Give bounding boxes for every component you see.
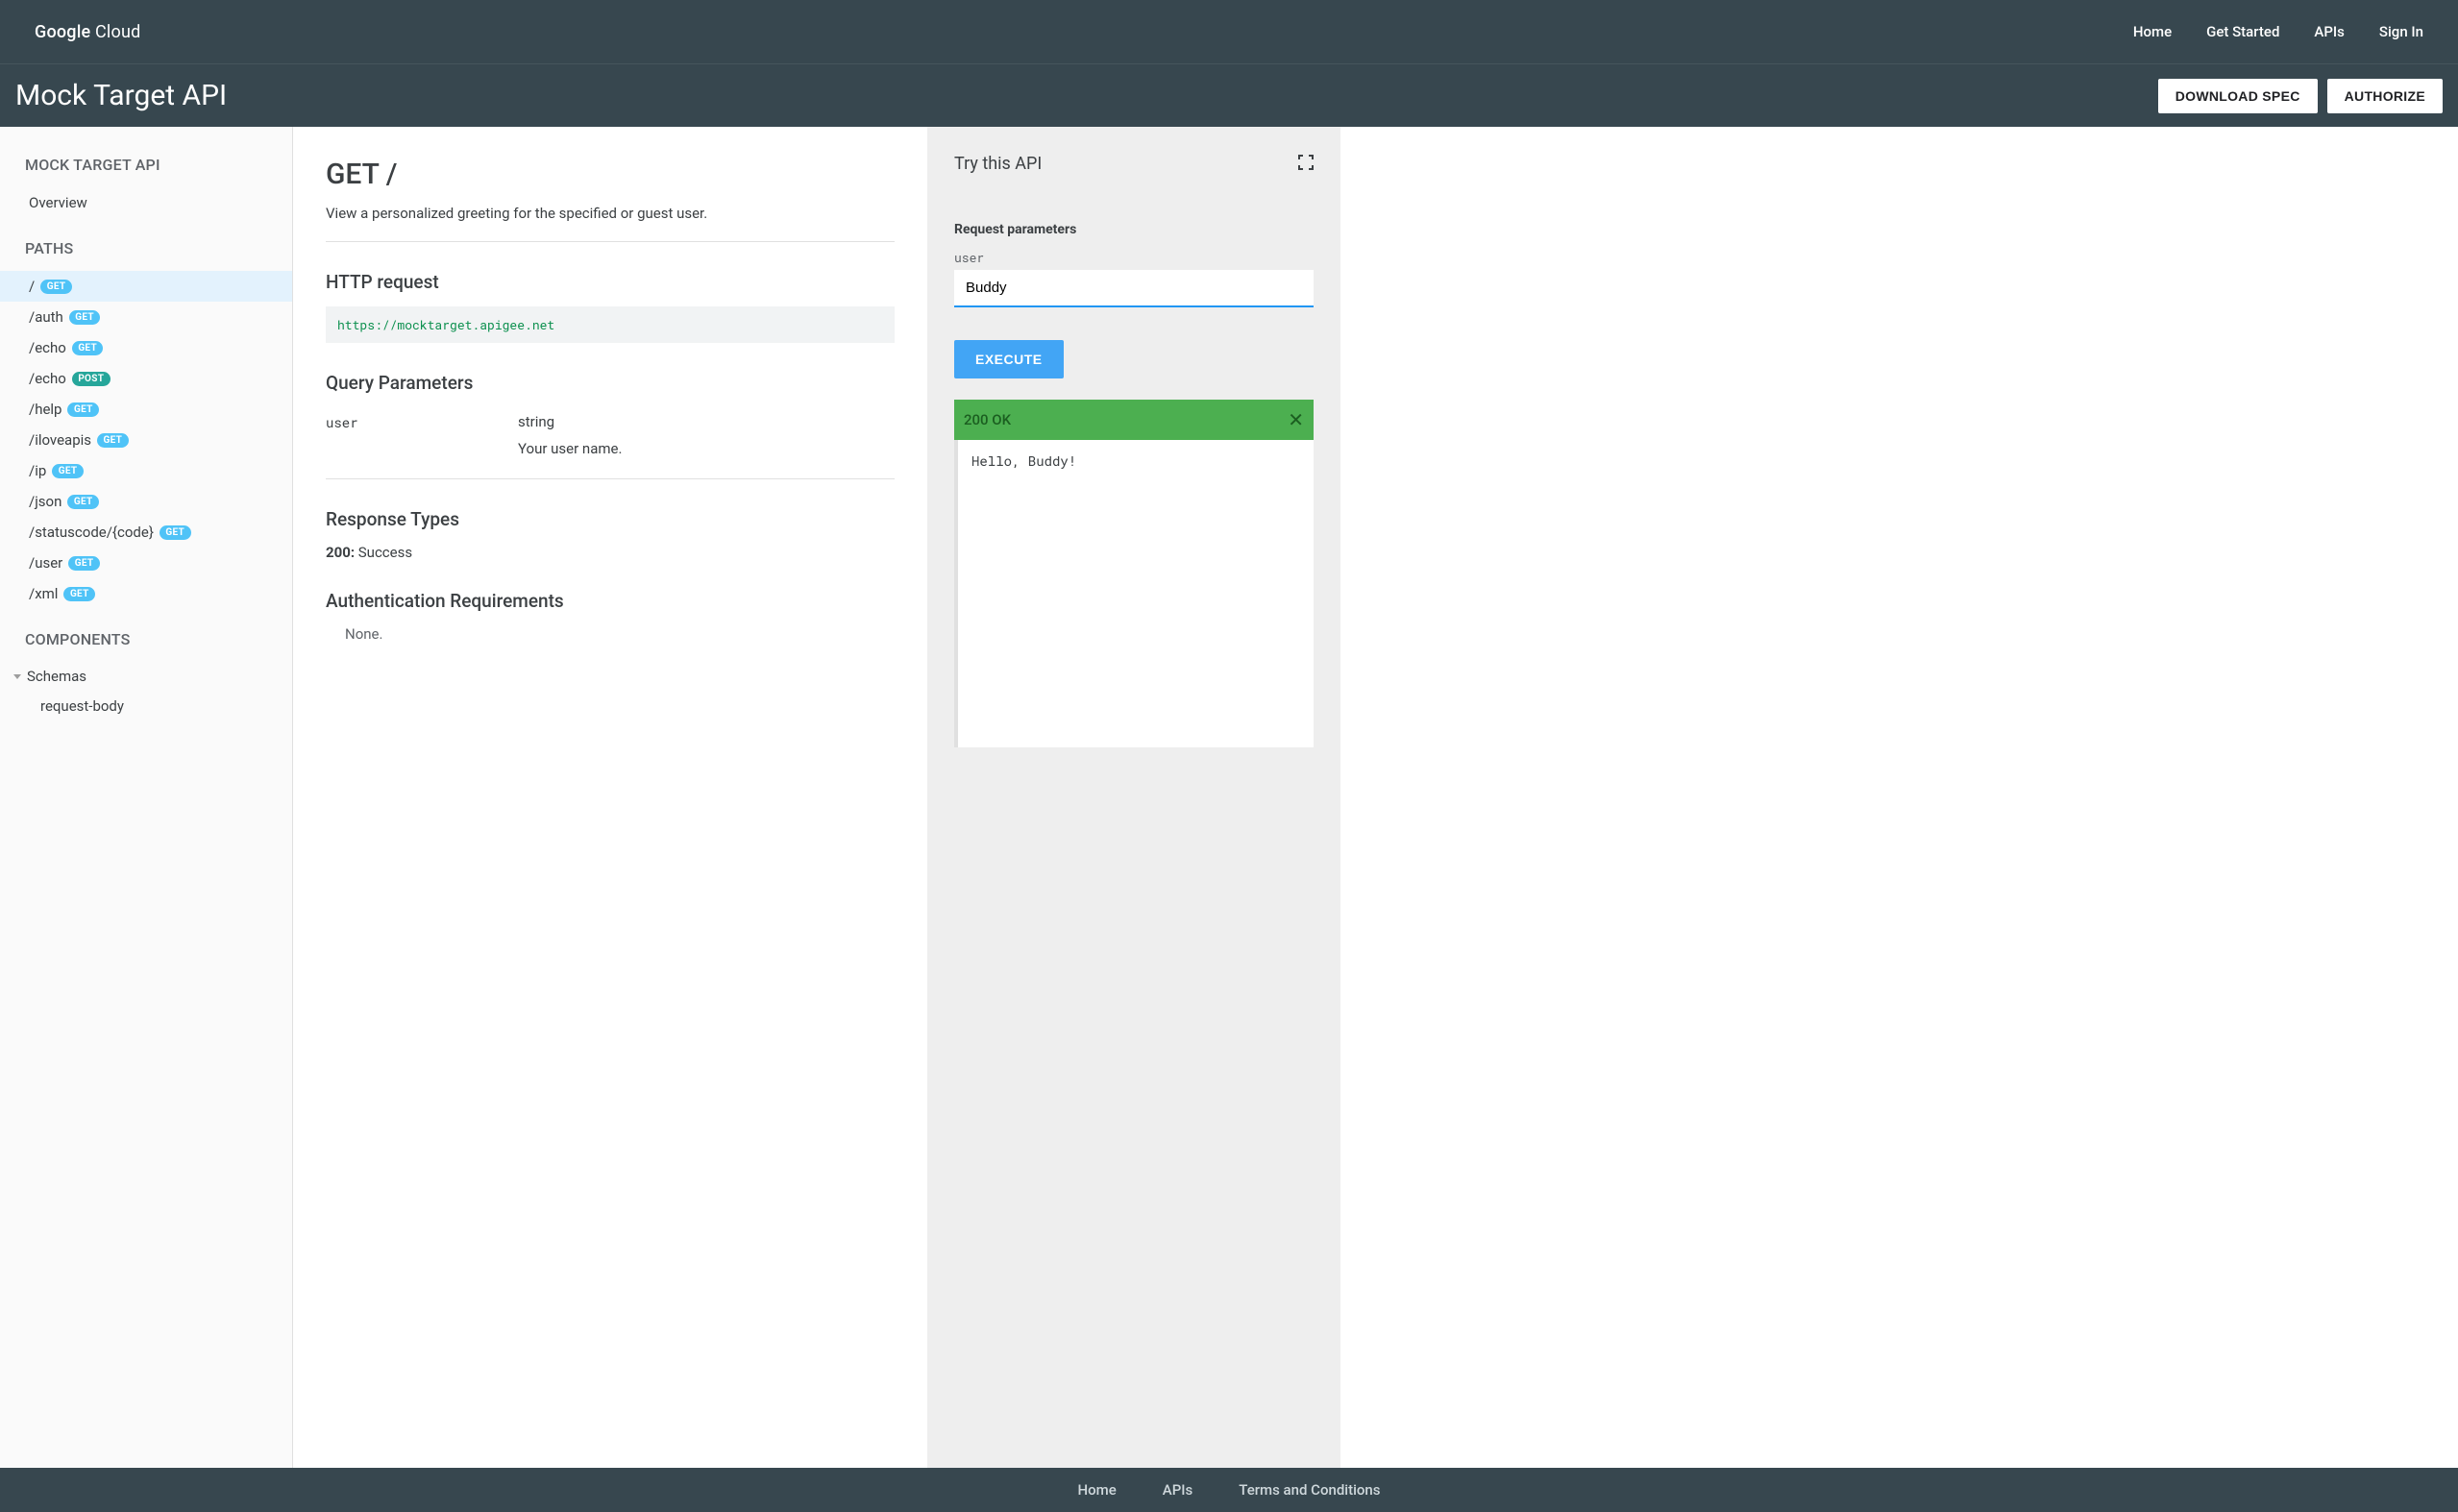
try-header: Try this API [954,154,1314,174]
download-spec-button[interactable]: DOWNLOAD SPEC [2158,79,2318,113]
method-badge: GET [40,280,72,294]
method-badge: GET [160,525,191,540]
sidebar-path-label: /user [29,554,62,572]
api-title: Mock Target API [15,79,227,112]
query-params-heading: Query Parameters [326,372,895,394]
sidebar-path-label: /echo [29,339,66,356]
response-code: 200: [326,544,355,561]
status-bar: 200 OK ✕ [954,400,1314,440]
sidebar-path-label: /json [29,493,61,510]
user-input[interactable] [954,270,1314,307]
sidebar-schema-item[interactable]: request-body [0,691,292,721]
nav-home[interactable]: Home [2133,23,2172,40]
sidebar-path-item[interactable]: /help GET [0,394,292,425]
http-request-url: https://mocktarget.apigee.net [326,306,895,343]
sidebar-path-label: /statuscode/{code} [29,524,154,541]
nav-get-started[interactable]: Get Started [2206,23,2279,40]
footer: Home APIs Terms and Conditions [0,1468,2458,1512]
sidebar-path-label: /echo [29,370,66,387]
logo-bold: Google [35,22,90,42]
nav-links: Home Get Started APIs Sign In [2133,23,2423,40]
endpoint-description: View a personalized greeting for the spe… [326,205,895,242]
method-badge: GET [67,495,99,509]
sidebar-path-item[interactable]: /ip GET [0,455,292,486]
sidebar-path-item[interactable]: /statuscode/{code} GET [0,517,292,548]
sidebar-path-label: /iloveapis [29,431,91,449]
sidebar: MOCK TARGET API Overview PATHS / GET/auth… [0,127,293,1468]
footer-terms[interactable]: Terms and Conditions [1239,1481,1380,1499]
logo-suffix: Cloud [90,22,140,42]
header-buttons: DOWNLOAD SPEC AUTHORIZE [2158,79,2443,113]
method-badge: GET [67,402,99,417]
sidebar-schema-item-label: request-body [40,697,124,715]
try-param-name: user [954,249,1314,266]
sidebar-overview-label: Overview [29,194,87,211]
auth-heading: Authentication Requirements [326,590,895,612]
sidebar-path-item[interactable]: /echo GET [0,332,292,363]
sidebar-path-label: / [29,278,35,295]
sidebar-path-item[interactable]: /iloveapis GET [0,425,292,455]
close-icon[interactable]: ✕ [1288,408,1304,431]
response-types-heading: Response Types [326,508,895,530]
query-params-table: user string Your user name. [326,407,895,479]
http-request-heading: HTTP request [326,271,895,293]
param-desc: Your user name. [518,440,895,457]
sidebar-paths-title: PATHS [0,235,292,271]
execute-button[interactable]: EXECUTE [954,340,1064,378]
sidebar-path-item[interactable]: /user GET [0,548,292,578]
param-name: user [326,413,518,457]
sidebar-overview[interactable]: Overview [0,187,292,218]
sidebar-path-item[interactable]: /auth GET [0,302,292,332]
response-line: 200: Success [326,544,895,561]
nav-apis[interactable]: APIs [2314,23,2345,40]
layout: MOCK TARGET API Overview PATHS / GET/auth… [0,127,2458,1468]
sidebar-schemas-label: Schemas [27,668,86,685]
param-details: string Your user name. [518,413,895,457]
footer-home[interactable]: Home [1077,1481,1116,1499]
try-panel: Try this API Request parameters user EXE… [927,127,1340,1468]
footer-apis[interactable]: APIs [1163,1481,1193,1499]
nav-sign-in[interactable]: Sign In [2379,23,2423,40]
top-header: Google Cloud Home Get Started APIs Sign … [0,0,2458,63]
method-badge: POST [72,372,111,386]
chevron-down-icon [13,674,21,679]
try-title: Try this API [954,154,1042,174]
sidebar-path-item[interactable]: /xml GET [0,578,292,609]
sidebar-path-label: /ip [29,462,46,479]
sidebar-schemas[interactable]: Schemas [0,662,292,691]
sidebar-path-label: /auth [29,308,63,326]
sidebar-path-label: /help [29,401,61,418]
method-badge: GET [72,341,104,355]
main-content: GET / View a personalized greeting for t… [293,127,927,1468]
sidebar-api-title: MOCK TARGET API [0,152,292,187]
endpoint-title: GET / [326,158,895,191]
google-cloud-logo[interactable]: Google Cloud [35,22,140,42]
sidebar-path-item[interactable]: /json GET [0,486,292,517]
sidebar-path-label: /xml [29,585,58,602]
sidebar-components-title: COMPONENTS [0,626,292,662]
response-body: Hello, Buddy! [954,440,1314,747]
method-badge: GET [68,556,100,571]
method-badge: GET [69,310,101,325]
method-badge: GET [52,464,84,478]
sub-header: Mock Target API DOWNLOAD SPEC AUTHORIZE [0,63,2458,127]
status-text: 200 OK [964,411,1011,428]
response-text: Success [355,544,412,561]
authorize-button[interactable]: AUTHORIZE [2327,79,2443,113]
param-type: string [518,413,895,430]
method-badge: GET [97,433,129,448]
request-parameters-label: Request parameters [954,222,1314,237]
sidebar-path-item[interactable]: /echo POST [0,363,292,394]
param-row: user string Your user name. [326,407,895,463]
expand-icon[interactable] [1298,155,1314,174]
sidebar-path-item[interactable]: / GET [0,271,292,302]
auth-none: None. [326,625,895,643]
method-badge: GET [63,587,95,601]
